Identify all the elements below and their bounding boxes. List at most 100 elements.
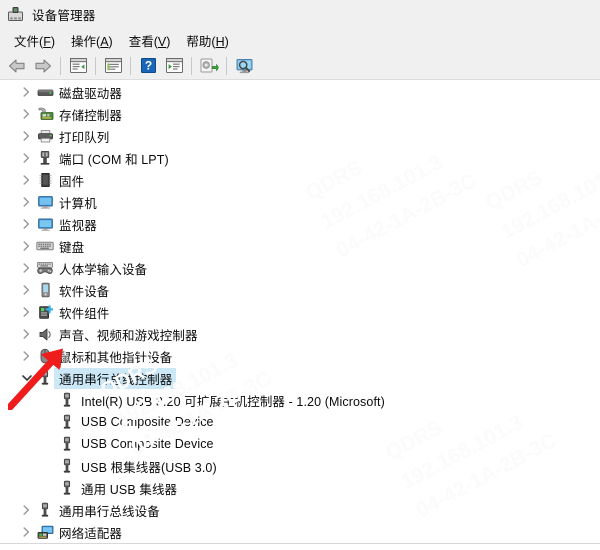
tree-row-label: 端口 (COM 和 LPT) [59, 152, 169, 167]
chevron-right-icon[interactable] [18, 152, 35, 164]
menu-file[interactable]: 文件(F) [8, 29, 65, 52]
firmware-icon [35, 172, 55, 188]
tree-row-label: 声音、视频和游戏控制器 [59, 328, 198, 343]
menu-help-accel: H [215, 34, 225, 49]
toolbar-separator-5 [226, 56, 227, 75]
tree-row-mice[interactable]: 鼠标和其他指针设备 [0, 345, 600, 367]
usb-device-icon [57, 392, 77, 408]
tree-row-usb-controllers[interactable]: 通用串行总线控制器 [0, 367, 600, 389]
properties-button[interactable] [100, 54, 126, 78]
update-driver-button[interactable] [161, 54, 187, 78]
tree-row-label: 软件组件 [59, 306, 110, 321]
tree-row-usb-root-hub[interactable]: USB 根集线器(USB 3.0) [0, 455, 600, 477]
tree-row-generic-usb-hub[interactable]: 通用 USB 集线器 [0, 477, 600, 499]
port-icon [35, 150, 55, 166]
usb-device-icon [57, 436, 77, 452]
chevron-right-icon[interactable] [18, 130, 35, 142]
chevron-right-icon[interactable] [18, 218, 35, 230]
tree-row-software-devices[interactable]: 软件设备 [0, 279, 600, 301]
computer-icon [35, 195, 55, 210]
device-tree[interactable]: 磁盘驱动器 存储控制器 打印队列 端口 (COM 和 LPT) 固件 计算机 监… [0, 81, 600, 543]
tree-row-intel-usb-host-controller[interactable]: Intel(R) USB 3.20 可扩展主机控制器 - 1.20 (Micro… [0, 389, 600, 411]
tree-row-label: 监视器 [59, 218, 97, 233]
keyboard-icon [35, 240, 55, 252]
tree-row-label: 打印队列 [59, 130, 110, 145]
tree-row-usb-composite-device-1[interactable]: USB Composite Device [0, 411, 600, 433]
menu-help[interactable]: 帮助(H) [180, 29, 238, 52]
chevron-right-icon[interactable] [18, 196, 35, 208]
tree-row-label: Intel(R) USB 3.20 可扩展主机控制器 - 1.20 (Micro… [81, 394, 385, 409]
printer-icon [35, 129, 55, 144]
menu-view[interactable]: 查看(V) [123, 29, 181, 52]
chevron-down-icon[interactable] [18, 373, 35, 383]
monitor-icon [35, 217, 55, 232]
chevron-right-icon[interactable] [18, 328, 35, 340]
chevron-right-icon[interactable] [18, 262, 35, 274]
menu-view-label: 查看 [128, 34, 154, 49]
chevron-right-icon[interactable] [18, 504, 35, 516]
toolbar-separator [60, 56, 61, 75]
chevron-right-icon[interactable] [18, 174, 35, 186]
tree-row-label: USB Composite Device [81, 437, 214, 451]
tree-row-label: 固件 [59, 174, 85, 189]
tree-row-usb-composite-device-2[interactable]: USB Composite Device [0, 433, 600, 455]
sound-video-game-icon [35, 327, 55, 342]
usb-device-icon [57, 414, 77, 430]
window-bottom-edge [0, 543, 600, 550]
menu-bar: 文件(F) 操作(A) 查看(V) 帮助(H) [0, 28, 600, 52]
menu-action[interactable]: 操作(A) [65, 29, 123, 52]
toolbar-separator-3 [130, 56, 131, 75]
menu-help-label: 帮助 [186, 34, 212, 49]
tree-row-ports[interactable]: 端口 (COM 和 LPT) [0, 147, 600, 169]
toolbar: ? [0, 52, 600, 80]
chevron-right-icon[interactable] [18, 284, 35, 296]
chevron-right-icon[interactable] [18, 350, 35, 362]
tree-row-label: 存储控制器 [59, 108, 123, 123]
help-button[interactable]: ? [135, 54, 161, 78]
chevron-right-icon[interactable] [18, 108, 35, 120]
tree-row-usb-devices[interactable]: 通用串行总线设备 [0, 499, 600, 521]
scan-hardware-button[interactable] [196, 54, 222, 78]
menu-file-label: 文件 [14, 34, 40, 49]
back-button[interactable] [4, 54, 30, 78]
tree-row-label: 鼠标和其他指针设备 [59, 350, 173, 365]
tree-row-label: 通用 USB 集线器 [81, 482, 178, 497]
chevron-right-icon[interactable] [18, 306, 35, 318]
menu-view-accel: V [157, 34, 167, 49]
tree-row-label: 通用串行总线设备 [59, 504, 160, 519]
tree-row-network-adapters[interactable]: 网络适配器 [0, 521, 600, 543]
chevron-right-icon[interactable] [18, 526, 35, 538]
network-adapter-icon [35, 525, 55, 540]
forward-button[interactable] [30, 54, 56, 78]
tree-row-label: 网络适配器 [59, 526, 123, 541]
tree-row-disk-drives[interactable]: 磁盘驱动器 [0, 81, 600, 103]
software-component-icon [35, 304, 55, 320]
tree-row-label: 软件设备 [59, 284, 110, 299]
tree-row-firmware[interactable]: 固件 [0, 169, 600, 191]
storage-controller-icon [35, 106, 55, 122]
device-view-button[interactable] [231, 54, 257, 78]
disk-drive-icon [35, 85, 55, 100]
tree-row-label: 磁盘驱动器 [59, 86, 123, 101]
tree-row-label: 计算机 [59, 196, 97, 211]
window-title: 设备管理器 [32, 8, 96, 23]
tree-row-keyboards[interactable]: 键盘 [0, 235, 600, 257]
tree-row-software-components[interactable]: 软件组件 [0, 301, 600, 323]
tree-row-sound-video-game[interactable]: 声音、视频和游戏控制器 [0, 323, 600, 345]
tree-row-print-queues[interactable]: 打印队列 [0, 125, 600, 147]
tree-row-hid[interactable]: 人体学输入设备 [0, 257, 600, 279]
show-hide-tree-button[interactable] [65, 54, 91, 78]
menu-file-accel: F [43, 34, 51, 49]
tree-row-label: 人体学输入设备 [59, 262, 148, 277]
usb-controller-icon [35, 370, 55, 386]
chevron-right-icon[interactable] [18, 86, 35, 98]
usb-device-icon [35, 502, 55, 518]
tree-row-monitors[interactable]: 监视器 [0, 213, 600, 235]
tree-row-storage-controllers[interactable]: 存储控制器 [0, 103, 600, 125]
toolbar-separator-2 [95, 56, 96, 75]
usb-device-icon [57, 480, 77, 496]
chevron-right-icon[interactable] [18, 240, 35, 252]
tree-row-label: USB Composite Device [81, 415, 214, 429]
tree-row-computer[interactable]: 计算机 [0, 191, 600, 213]
svg-text:?: ? [144, 59, 151, 73]
